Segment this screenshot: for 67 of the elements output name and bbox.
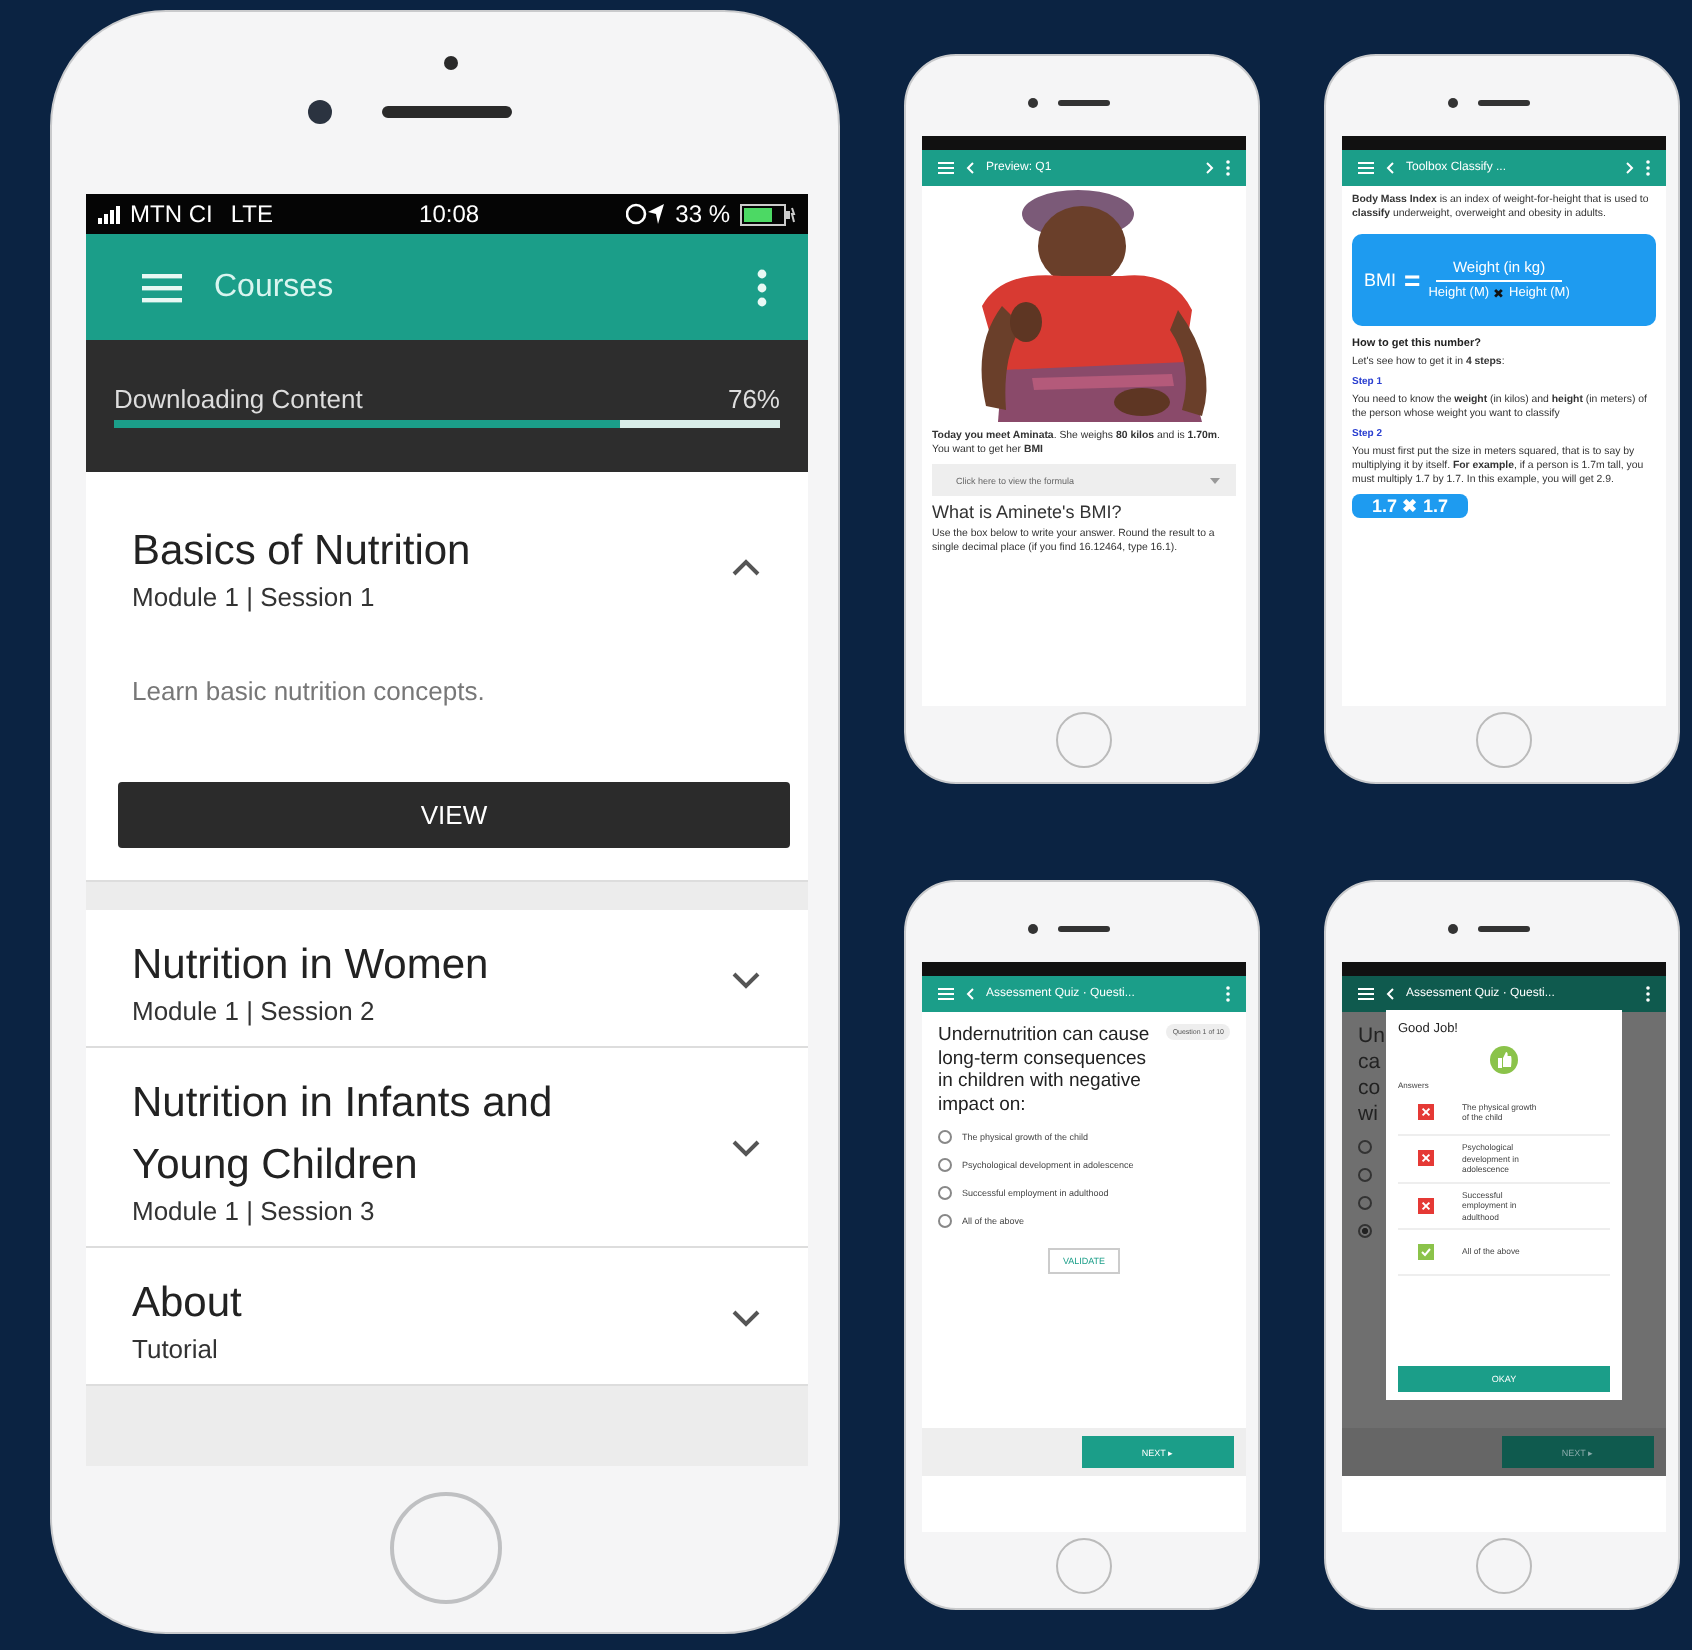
home-button[interactable] <box>1476 712 1532 768</box>
forward-icon[interactable] <box>1206 162 1214 174</box>
chevron-down-icon[interactable] <box>732 971 760 989</box>
course-card[interactable]: Basics of Nutrition Module 1 | Session 1 Learn basic nutrition concepts. VIEW <box>86 472 808 882</box>
course-subtitle: Module 1 | Session 2 <box>132 996 377 1026</box>
question-text: wi <box>1358 1102 1378 1126</box>
course-description: Learn basic nutrition concepts. <box>132 676 487 706</box>
chevron-down-icon[interactable] <box>732 1309 760 1327</box>
course-title: Nutrition in Women <box>132 940 491 992</box>
radio-button[interactable] <box>938 1214 952 1228</box>
camera-icon <box>1028 924 1038 934</box>
carrier-label: MTN CI <box>130 200 213 228</box>
course-title: Basics of Nutrition <box>132 526 473 578</box>
status-time: 10:08 <box>419 200 480 228</box>
home-button[interactable] <box>1056 712 1112 768</box>
equals-sign: = <box>1404 264 1421 296</box>
example-card: 1.7 ✖ 1.7 <box>1352 494 1469 518</box>
back-icon[interactable] <box>1386 162 1394 174</box>
thumbs-up-icon <box>1490 1046 1518 1074</box>
radio-button[interactable] <box>938 1158 952 1172</box>
back-icon[interactable] <box>966 162 974 174</box>
question-heading: What is Aminete's BMI? <box>932 502 1124 522</box>
menu-icon[interactable] <box>1358 162 1374 174</box>
camera-icon <box>1028 98 1038 108</box>
download-percent: 76% <box>727 384 780 414</box>
forward-icon[interactable] <box>1626 162 1634 174</box>
toolbar-title: Courses <box>214 269 334 305</box>
view-button[interactable]: VIEW <box>118 782 790 848</box>
question-text: Undernutrition can cause long-term consequences in children with negative impact on: <box>938 1024 1152 1116</box>
question-text: Un <box>1358 1024 1385 1048</box>
radio-button[interactable] <box>1358 1196 1372 1210</box>
radio-button[interactable] <box>1358 1224 1372 1238</box>
chevron-down-icon[interactable] <box>732 1140 760 1158</box>
caret-icon <box>1210 477 1220 483</box>
radio-button[interactable] <box>938 1130 952 1144</box>
radio-button[interactable] <box>1358 1140 1372 1154</box>
chevron-up-icon[interactable] <box>732 557 760 575</box>
course-title: Nutrition in Infants and Young Children <box>132 1078 555 1192</box>
home-button[interactable] <box>1476 1538 1532 1594</box>
radio-button[interactable] <box>938 1186 952 1200</box>
course-card[interactable]: Nutrition in Women Module 1 | Session 2 <box>86 910 808 1048</box>
menu-icon[interactable] <box>1358 988 1374 1000</box>
back-icon[interactable] <box>1386 988 1394 1000</box>
camera-icon <box>1448 924 1458 934</box>
radio-button[interactable] <box>1358 1168 1372 1182</box>
download-label: Downloading Content <box>114 384 363 414</box>
battery-percent: 33 % <box>675 200 730 228</box>
signal-icon <box>98 204 120 224</box>
home-button[interactable] <box>1056 1538 1112 1594</box>
camera-icon <box>1448 98 1458 108</box>
course-subtitle: Module 1 | Session 3 <box>132 1196 377 1226</box>
course-card[interactable]: Nutrition in Infants and Young Children Module 1 | Session 3 <box>86 1048 808 1248</box>
course-card[interactable]: About Tutorial <box>86 1248 808 1386</box>
formula-term: BMI <box>1364 270 1397 290</box>
course-subtitle: Tutorial <box>132 1334 220 1364</box>
network-label: LTE <box>230 200 273 228</box>
home-button[interactable] <box>390 1492 502 1604</box>
course-subtitle: Module 1 | Session 1 <box>132 582 377 612</box>
question-text: ca <box>1358 1050 1381 1074</box>
camera-icon <box>308 100 332 124</box>
battery-icon <box>740 203 796 225</box>
question-text: co <box>1358 1076 1381 1100</box>
menu-icon[interactable] <box>938 162 954 174</box>
back-icon[interactable] <box>966 988 974 1000</box>
course-title: About <box>132 1278 244 1330</box>
location-icon <box>625 202 666 226</box>
menu-icon[interactable] <box>938 988 954 1000</box>
